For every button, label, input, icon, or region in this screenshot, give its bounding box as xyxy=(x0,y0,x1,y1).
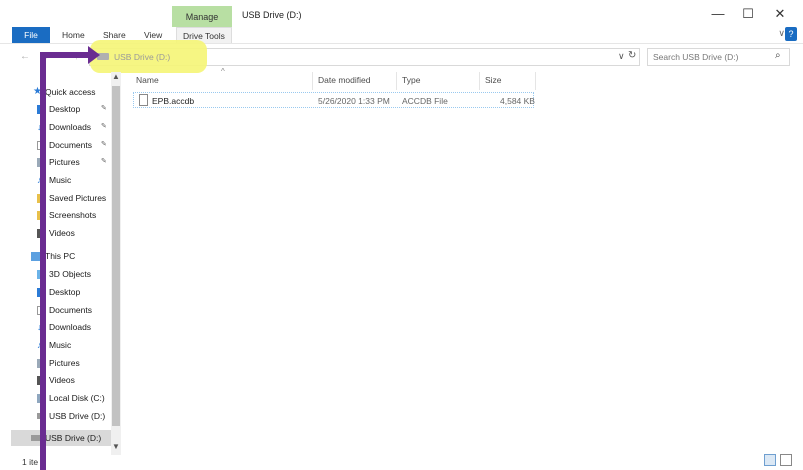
maximize-button[interactable]: ☐ xyxy=(738,6,758,22)
annotation-arrow-shaft xyxy=(40,52,46,470)
column-header-name[interactable]: Name xyxy=(136,75,159,89)
nav-pc-usb-drive[interactable]: USB Drive (D:) xyxy=(11,408,111,424)
nav-quick-desktop[interactable]: Desktop ✎ xyxy=(11,101,111,117)
column-divider[interactable] xyxy=(479,72,480,90)
annotation-arrow-bend xyxy=(40,52,92,58)
file-icon xyxy=(139,94,148,106)
pin-icon: ✎ xyxy=(101,141,107,148)
scroll-down-icon[interactable]: ▼ xyxy=(112,442,120,451)
address-path[interactable]: USB Drive (D:) xyxy=(114,52,170,62)
nav-quick-saved-pictures[interactable]: Saved Pictures xyxy=(11,190,111,206)
file-name[interactable]: EPB.accdb xyxy=(152,96,194,106)
tab-home[interactable]: Home xyxy=(62,27,85,43)
pin-icon: ✎ xyxy=(101,158,107,165)
column-header-date-modified[interactable]: Date modified xyxy=(318,75,370,89)
file-size: 4,584 KB xyxy=(500,96,535,106)
nav-usb-drive-selected[interactable]: USB Drive (D:) xyxy=(11,430,111,446)
scroll-up-icon[interactable]: ▲ xyxy=(112,72,120,81)
pin-icon: ✎ xyxy=(101,123,107,130)
title-bar: Manage USB Drive (D:) — ☐ ✕ xyxy=(0,0,803,28)
nav-this-pc[interactable]: This PC xyxy=(11,248,111,264)
close-button[interactable]: ✕ xyxy=(770,6,790,22)
minimize-button[interactable]: — xyxy=(708,6,728,21)
column-divider[interactable] xyxy=(396,72,397,90)
nav-pc-desktop[interactable]: Desktop xyxy=(11,284,111,300)
tab-file[interactable]: File xyxy=(12,27,50,43)
nav-scroll-thumb[interactable] xyxy=(112,86,120,426)
file-date-modified: 5/26/2020 1:33 PM xyxy=(318,96,390,106)
sort-ascending-icon: ^ xyxy=(221,67,225,76)
address-dropdown-icon[interactable]: ∨ xyxy=(618,51,625,62)
column-divider[interactable] xyxy=(535,72,536,90)
nav-quick-music[interactable]: ♪ Music xyxy=(11,172,111,188)
nav-quick-access[interactable]: ★ Quick access xyxy=(11,84,111,100)
nav-quick-screenshots[interactable]: Screenshots xyxy=(11,207,111,223)
ribbon-collapse-icon[interactable]: ∨ xyxy=(778,28,785,39)
refresh-icon[interactable]: ↻ xyxy=(628,50,636,61)
nav-pc-downloads[interactable]: ↓ Downloads xyxy=(11,319,111,335)
nav-quick-downloads[interactable]: ↓ Downloads ✎ xyxy=(11,119,111,135)
nav-pc-music[interactable]: ♪ Music xyxy=(11,337,111,353)
nav-quick-documents[interactable]: Documents ✎ xyxy=(11,137,111,153)
search-icon[interactable]: ⌕ xyxy=(775,50,781,61)
tab-manage[interactable]: Manage xyxy=(172,6,232,27)
column-header-type[interactable]: Type xyxy=(402,75,420,89)
details-view-icon[interactable] xyxy=(764,454,776,466)
column-divider[interactable] xyxy=(312,72,313,90)
file-type: ACCDB File xyxy=(402,96,448,106)
nav-pc-3d-objects[interactable]: 3D Objects xyxy=(11,266,111,282)
nav-pc-pictures[interactable]: Pictures xyxy=(11,355,111,371)
column-header-size[interactable]: Size xyxy=(485,75,502,89)
status-item-count: 1 ite xyxy=(22,457,39,467)
annotation-arrow-head xyxy=(88,46,100,64)
nav-quick-pictures[interactable]: Pictures ✎ xyxy=(11,154,111,170)
nav-quick-videos[interactable]: Videos xyxy=(11,225,111,241)
nav-pc-local-disk[interactable]: Local Disk (C:) xyxy=(11,390,111,406)
nav-pc-documents[interactable]: Documents xyxy=(11,302,111,318)
nav-pc-videos[interactable]: Videos xyxy=(11,372,111,388)
navigation-pane: ★ Quick access Desktop ✎ ↓ Downloads ✎ D… xyxy=(11,72,121,448)
search-placeholder: Search USB Drive (D:) xyxy=(653,52,739,62)
pin-icon: ✎ xyxy=(101,105,107,112)
back-arrow-icon[interactable]: ← xyxy=(20,51,30,62)
help-icon[interactable]: ? xyxy=(785,27,797,41)
large-icons-view-icon[interactable] xyxy=(780,454,792,466)
window-title: USB Drive (D:) xyxy=(242,10,302,20)
